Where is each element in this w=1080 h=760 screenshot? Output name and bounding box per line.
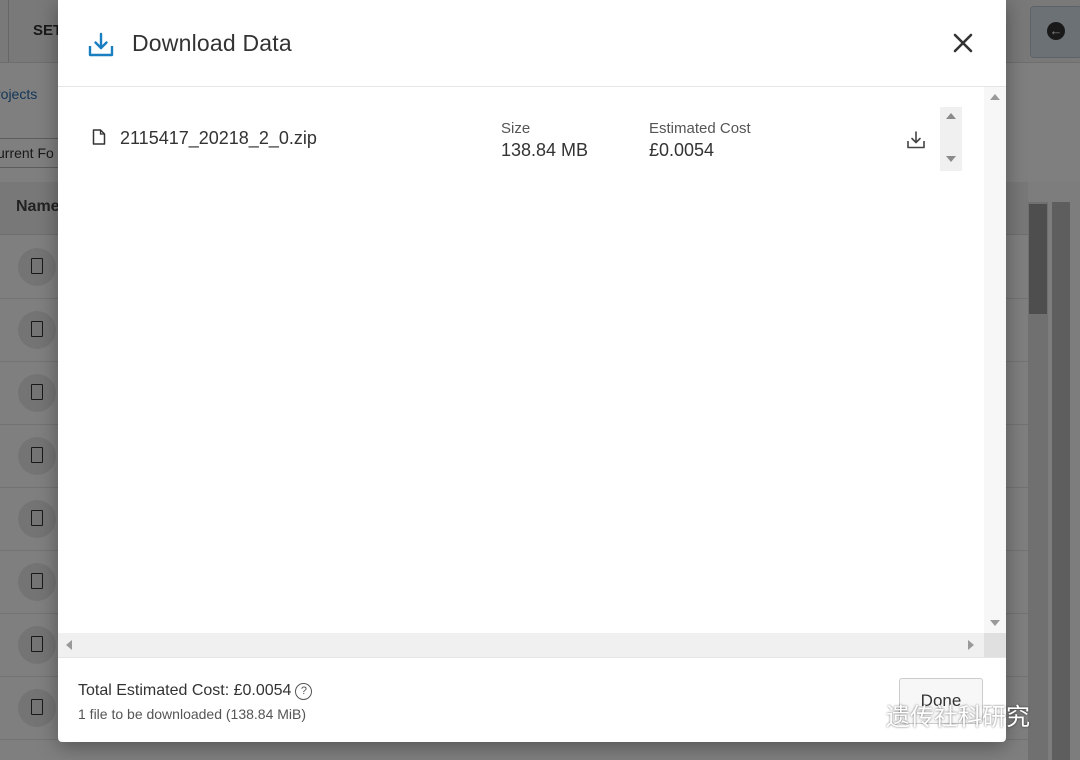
file-name: 2115417_20218_2_0.zip [120, 128, 317, 148]
estimated-cost-label: Estimated Cost [649, 120, 751, 137]
scroll-right-arrow-icon[interactable] [968, 640, 974, 650]
vertical-scrollbar[interactable] [984, 87, 1006, 633]
total-cost-text: Total Estimated Cost: £0.0054 [78, 682, 292, 699]
watermark-text: 遗传社科研究 [886, 703, 1030, 731]
size-label: Size [501, 120, 531, 137]
total-estimated-cost: Total Estimated Cost: £0.0054? [78, 682, 313, 700]
file-icon [92, 129, 106, 145]
scroll-down-arrow-icon[interactable] [946, 156, 956, 162]
wechat-logo-icon [838, 698, 878, 729]
help-icon[interactable]: ? [295, 683, 313, 700]
size-value: 138.84 MB [501, 140, 589, 160]
download-data-modal: Download Data 2115417_20218_2_0.zip Size… [58, 0, 1006, 742]
close-icon[interactable] [948, 28, 978, 58]
scroll-left-arrow-icon[interactable] [66, 640, 72, 650]
scroll-down-arrow-icon[interactable] [990, 620, 1000, 626]
scrollbar-corner [984, 633, 1006, 657]
scroll-up-arrow-icon[interactable] [946, 113, 956, 119]
modal-header: Download Data [58, 0, 1006, 87]
modal-body: 2115417_20218_2_0.zip Size 138.84 MB Est… [58, 87, 1006, 657]
files-summary: 1 file to be downloaded (138.84 MiB) [78, 706, 307, 722]
estimated-cost-value: £0.0054 [649, 140, 715, 160]
modal-title: Download Data [132, 30, 292, 56]
list-item: 2115417_20218_2_0.zip Size 138.84 MB Est… [58, 87, 980, 187]
horizontal-scrollbar[interactable] [58, 633, 984, 657]
row-scrollbar[interactable] [940, 107, 962, 171]
download-icon [88, 32, 114, 57]
scroll-up-arrow-icon[interactable] [990, 94, 1000, 100]
download-file-button[interactable] [906, 130, 926, 150]
watermark: 遗传社科研究 [836, 694, 1030, 734]
